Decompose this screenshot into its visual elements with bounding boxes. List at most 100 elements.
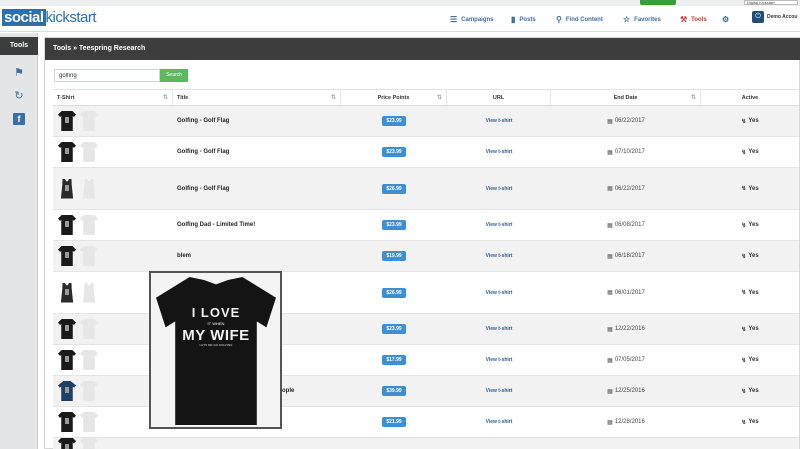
price-cell: $17.99 (341, 345, 447, 375)
view-tshirt-link[interactable]: View t-shirt (486, 357, 513, 363)
star-icon: ☆ (623, 15, 631, 24)
column-header-url[interactable]: URL (447, 90, 551, 107)
breadcrumb: Tools » Teespring Research (45, 38, 800, 60)
column-label: End Date (613, 95, 638, 101)
active-value: Yes (748, 149, 759, 155)
tshirt-front-thumbnail[interactable] (60, 178, 74, 199)
tshirt-back-thumbnail[interactable] (80, 437, 98, 449)
column-label: URL (492, 95, 505, 101)
active-cell: ↯ Yes (701, 407, 799, 437)
view-tshirt-link[interactable]: View t-shirt (486, 419, 513, 425)
power-icon: ⏻ (752, 11, 764, 23)
column-header-active[interactable]: Active (701, 90, 799, 107)
bookmark-icon[interactable]: ⚑ (13, 67, 25, 79)
active-cell: ↯ Yes (701, 376, 799, 406)
column-header-tshirt[interactable]: T-Shirt ⇅ (53, 90, 173, 107)
bolt-icon: ↯ (741, 357, 747, 364)
nav-campaigns[interactable]: ☰ Campaigns (450, 13, 494, 27)
top-green-button[interactable] (640, 0, 676, 5)
tshirt-back-thumbnail[interactable] (80, 111, 98, 131)
column-header-title[interactable]: Title ⇅ (173, 90, 341, 107)
tshirt-back-thumbnail[interactable] (80, 319, 98, 339)
tshirt-front-thumbnail[interactable] (58, 412, 76, 432)
active-cell: ↯ Yes (701, 106, 799, 136)
tshirt-cell (55, 241, 173, 271)
price-badge: $23.99 (382, 116, 406, 126)
tshirt-front-thumbnail[interactable] (58, 350, 76, 370)
nav-tools[interactable]: ⚒ Tools (680, 13, 707, 27)
view-tshirt-link[interactable]: View t-shirt (486, 388, 513, 394)
url-cell: View t-shirt (447, 272, 551, 313)
account-menu[interactable]: ⏻ Demo Accou (752, 11, 797, 23)
search-input[interactable] (54, 69, 160, 82)
tshirt-front-thumbnail[interactable] (58, 319, 76, 339)
tshirt-back-thumbnail[interactable] (80, 215, 98, 235)
tshirt-back-thumbnail[interactable] (80, 246, 98, 266)
search-button[interactable]: Search (160, 69, 188, 82)
search-icon: ⚲ (556, 15, 562, 24)
view-tshirt-link[interactable]: View t-shirt (486, 186, 513, 192)
end-date-cell: ▦ 06/22/2017 (551, 106, 701, 136)
print-graphic (65, 443, 69, 449)
tshirt-back-thumbnail[interactable] (80, 381, 98, 401)
view-tshirt-link[interactable]: View t-shirt (486, 222, 513, 228)
calendar-icon: ▦ (607, 357, 613, 364)
nav-settings[interactable]: ⚙ (722, 13, 733, 27)
tshirt-front-thumbnail[interactable] (58, 142, 76, 162)
facebook-icon[interactable]: f (13, 113, 25, 125)
nav-posts[interactable]: ▮ Posts (511, 13, 536, 27)
price-badge: $26.99 (382, 287, 406, 298)
tshirt-front-thumbnail[interactable] (58, 381, 76, 401)
tshirt-back-thumbnail[interactable] (80, 350, 98, 370)
end-date-cell: ▦ 06/08/2017 (551, 210, 701, 240)
price-badge: $23.99 (382, 220, 406, 230)
bullhorn-icon: ☰ (450, 15, 458, 24)
print-graphic (65, 387, 69, 393)
bolt-icon: ↯ (741, 149, 747, 156)
logo[interactable]: social kickstart (2, 9, 97, 29)
view-tshirt-link[interactable]: View t-shirt (486, 118, 513, 124)
tshirt-back-thumbnail[interactable] (80, 412, 98, 432)
url-cell: View t-shirt (447, 376, 551, 406)
print-graphic (65, 117, 69, 123)
print-graphic (65, 148, 69, 154)
tshirt-front-thumbnail[interactable] (58, 215, 76, 235)
nav-favorites[interactable]: ☆ Favorites (623, 13, 661, 27)
nav-find-content-label: Find Content (565, 17, 603, 23)
refresh-icon[interactable]: ↻ (13, 90, 25, 102)
tshirt-back-thumbnail[interactable] (80, 142, 98, 162)
column-header-price[interactable]: Price Points ⇅ (341, 90, 447, 107)
title-cell: blem (177, 253, 192, 259)
column-header-end-date[interactable]: End Date ⇅ (551, 90, 701, 107)
calendar-icon: ▦ (607, 186, 613, 192)
url-cell: View t-shirt (447, 407, 551, 437)
view-tshirt-link[interactable]: View t-shirt (486, 253, 513, 259)
nav-find-content[interactable]: ⚲ Find Content (556, 13, 603, 27)
logo-kickstart: kickstart (45, 9, 97, 26)
view-tshirt-link[interactable]: View t-shirt (486, 149, 513, 155)
tshirt-front-thumbnail[interactable] (58, 246, 76, 266)
end-date-cell: ▦ 07/05/2017 (551, 345, 701, 375)
view-tshirt-link[interactable]: View t-shirt (486, 326, 513, 332)
tshirt-front-thumbnail[interactable] (58, 111, 76, 131)
tshirt-back-thumbnail[interactable] (82, 178, 96, 199)
calendar-icon: ▦ (607, 149, 613, 156)
tshirt-back-thumbnail[interactable] (82, 282, 96, 303)
calendar-icon: ▦ (607, 118, 613, 125)
tshirt-front-thumbnail[interactable] (60, 282, 74, 303)
shirt-text-line1: I LOVE (191, 305, 241, 320)
end-date-value: 12/22/2016 (614, 326, 645, 332)
sidebar-tools-tab[interactable]: Tools (0, 37, 38, 55)
end-date-value: 07/05/2017 (614, 357, 645, 363)
table-header: T-Shirt ⇅ Title ⇅ Price Points ⇅ URL End Da… (53, 89, 799, 107)
tshirt-front-thumbnail[interactable] (58, 437, 76, 449)
tshirt-cell (55, 137, 173, 167)
bolt-icon: ↯ (741, 186, 747, 192)
sort-icon: ⇅ (690, 95, 696, 101)
top-account-select[interactable]: Digital Kickstart (744, 0, 798, 5)
sort-icon: ⇅ (162, 95, 168, 101)
print-graphic (65, 325, 69, 331)
active-cell: ↯ Yes (701, 314, 799, 344)
view-tshirt-link[interactable]: View t-shirt (486, 290, 513, 296)
price-badge: $26.99 (382, 183, 406, 194)
